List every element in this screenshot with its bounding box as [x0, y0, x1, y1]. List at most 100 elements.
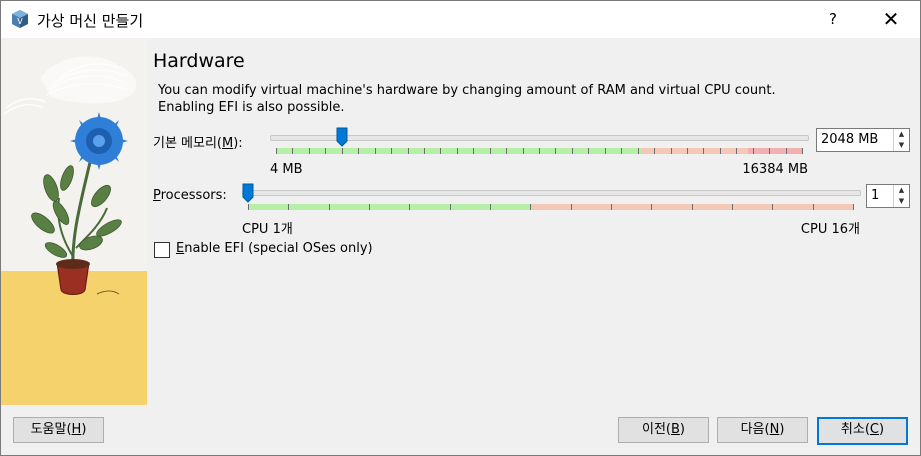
slider-tick: [736, 148, 737, 154]
slider-tick: [375, 148, 376, 154]
enable-efi-label[interactable]: Enable EFI (special OSes only): [176, 241, 373, 256]
memory-label-mnemonic: M: [222, 136, 234, 151]
slider-tick: [813, 204, 814, 210]
processors-min-label: CPU 1개: [242, 222, 293, 237]
create-vm-dialog: V 가상 머신 만들기 ? ✕ Hardware You can modify …: [0, 0, 921, 456]
slider-tick: [369, 204, 370, 210]
slider-tick: [853, 204, 854, 210]
slider-tick: [358, 148, 359, 154]
memory-spinbox[interactable]: 2048 MB ▲ ▼: [816, 128, 910, 152]
slider-tick: [440, 148, 441, 154]
next-button-suffix: ): [779, 422, 785, 437]
next-button[interactable]: 다음(N): [717, 417, 808, 443]
memory-spin-arrows: ▲ ▼: [893, 129, 909, 151]
processors-ticks: [248, 204, 854, 210]
efi-label-mnemonic: E: [176, 241, 185, 256]
slider-tick: [621, 148, 622, 154]
slider-tick: [523, 148, 524, 154]
slider-tick: [457, 148, 458, 154]
slider-tick: [786, 148, 787, 154]
slider-tick: [671, 148, 672, 154]
dialog-footer: 도움말(H) 이전(B) 다음(N) 취소(C): [1, 405, 920, 455]
efi-label-rest: nable EFI (special OSes only): [184, 241, 373, 256]
slider-tick: [555, 148, 556, 154]
slider-tick: [692, 204, 693, 210]
memory-slider-track[interactable]: [270, 135, 809, 141]
description-line: You can modify virtual machine's hardwar…: [158, 83, 776, 98]
help-button-prefix: 도움말(: [30, 422, 72, 437]
processors-label-rest: rocessors:: [160, 188, 227, 203]
caret-down-icon[interactable]: ▼: [894, 196, 909, 207]
window-title: 가상 머신 만들기: [37, 12, 144, 30]
processors-spinbox[interactable]: 1 ▲ ▼: [866, 184, 910, 208]
slider-tick: [329, 204, 330, 210]
page-title: Hardware: [153, 50, 245, 72]
memory-max-label: 16384 MB: [742, 162, 808, 177]
question-mark-icon[interactable]: ?: [807, 1, 859, 38]
description-line: Enabling EFI is also possible.: [158, 100, 345, 115]
processors-slider-track[interactable]: [242, 190, 861, 196]
slider-tick: [408, 148, 409, 154]
slider-tick: [490, 148, 491, 154]
slider-tick: [654, 148, 655, 154]
memory-label-prefix: 기본 메모리(: [153, 136, 223, 151]
memory-label-suffix: ):: [233, 136, 243, 151]
cancel-button[interactable]: 취소(C): [817, 417, 908, 445]
slider-tick: [720, 148, 721, 154]
slider-tick: [651, 204, 652, 210]
next-button-mnemonic: N: [769, 422, 780, 437]
help-button-mnemonic: H: [71, 422, 82, 437]
slider-tick: [309, 148, 310, 154]
slider-tick: [687, 148, 688, 154]
processors-value[interactable]: 1: [871, 188, 879, 203]
slider-tick: [611, 204, 612, 210]
enable-efi-checkbox[interactable]: [154, 242, 170, 258]
slider-tick: [292, 148, 293, 154]
memory-slider-thumb[interactable]: [336, 127, 348, 147]
slider-tick: [530, 204, 531, 210]
back-button[interactable]: 이전(B): [618, 417, 709, 443]
slider-tick: [769, 148, 770, 154]
slider-tick: [772, 204, 773, 210]
memory-value[interactable]: 2048 MB: [821, 132, 878, 147]
slider-tick: [276, 148, 277, 154]
slider-tick: [506, 148, 507, 154]
processors-slider-thumb[interactable]: [242, 183, 254, 203]
caret-up-icon[interactable]: ▲: [894, 129, 909, 140]
slider-tick: [490, 204, 491, 210]
cancel-button-mnemonic: C: [869, 422, 879, 437]
slider-tick: [572, 148, 573, 154]
slider-tick: [473, 148, 474, 154]
base-memory-label: 기본 메모리(M):: [153, 132, 243, 151]
cancel-button-prefix: 취소(: [840, 422, 870, 437]
wizard-illustration: [1, 38, 147, 405]
processors-label: Processors:: [153, 188, 227, 203]
processors-max-label: CPU 16개: [800, 222, 860, 237]
slider-tick: [342, 148, 343, 154]
slider-tick: [325, 148, 326, 154]
close-icon[interactable]: ✕: [863, 1, 919, 38]
slider-tick: [539, 148, 540, 154]
memory-min-label: 4 MB: [270, 162, 303, 177]
cancel-button-suffix: ): [879, 422, 885, 437]
caret-up-icon[interactable]: ▲: [894, 185, 909, 196]
processors-spin-arrows: ▲ ▼: [893, 185, 909, 207]
back-button-suffix: ): [679, 422, 685, 437]
slider-tick: [605, 148, 606, 154]
next-button-prefix: 다음(: [740, 422, 770, 437]
memory-ticks: [276, 148, 803, 154]
slider-tick: [802, 148, 803, 154]
page-description: You can modify virtual machine's hardwar…: [158, 82, 808, 116]
slider-tick: [732, 204, 733, 210]
slider-tick: [638, 148, 639, 154]
back-button-mnemonic: B: [671, 422, 680, 437]
help-button[interactable]: 도움말(H): [13, 417, 104, 443]
slider-tick: [450, 204, 451, 210]
slider-tick: [571, 204, 572, 210]
processors-label-mnemonic: P: [153, 188, 161, 203]
slider-tick: [288, 204, 289, 210]
caret-down-icon[interactable]: ▼: [894, 140, 909, 151]
slider-tick: [424, 148, 425, 154]
wizard-page: Hardware You can modify virtual machine'…: [147, 38, 920, 405]
slider-tick: [703, 148, 704, 154]
